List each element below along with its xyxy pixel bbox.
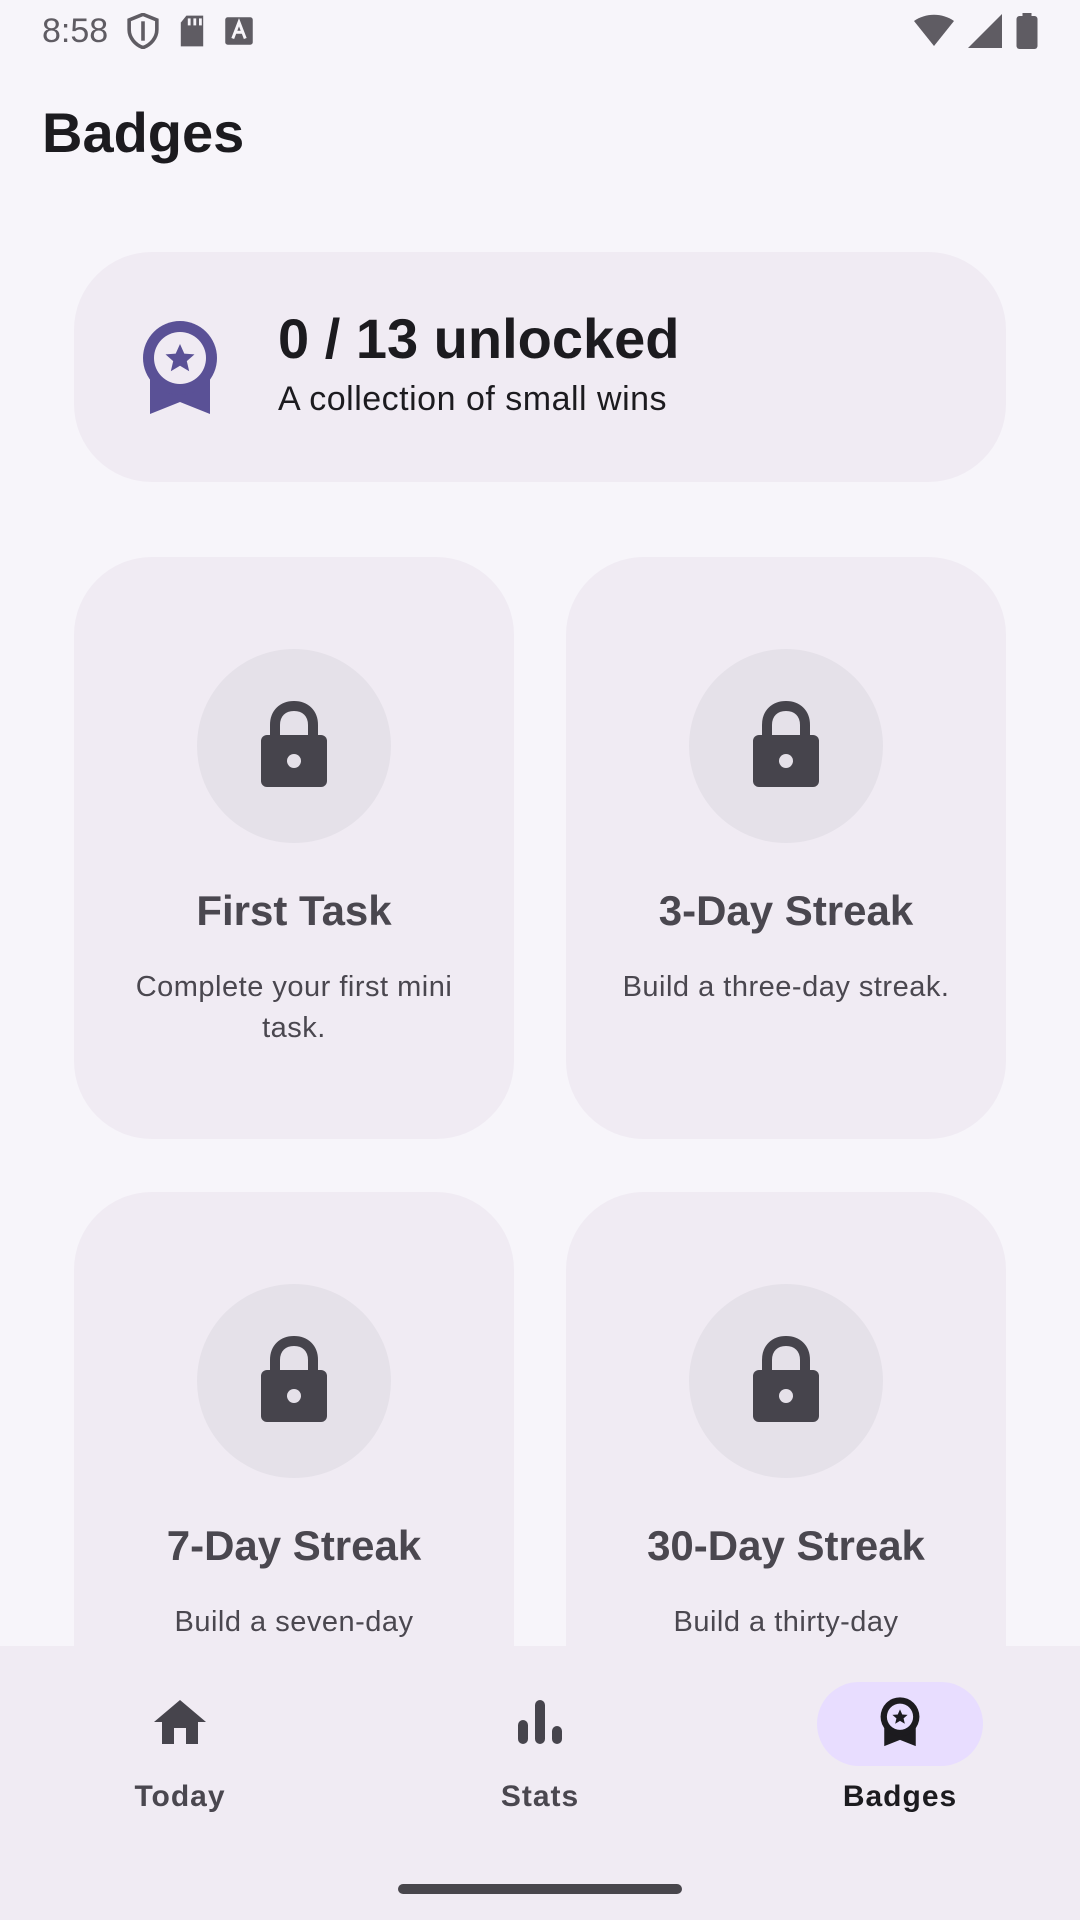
summary-text: 0 / 13 unlocked A collection of small wi… (278, 306, 680, 419)
badge-description: Complete your first mini task. (135, 971, 453, 1044)
nav-item-stats[interactable]: Stats (440, 1682, 640, 1822)
nav-pill (457, 1682, 623, 1766)
nav-label: Badges (842, 1780, 958, 1813)
badge-description: Build a three-day streak. (622, 971, 950, 1003)
lock-icon (751, 1334, 821, 1429)
nav-item-today[interactable]: Today (80, 1682, 280, 1822)
badge-lock-circle (689, 649, 883, 843)
bottom-navigation: Today Stats Badges (0, 1646, 1080, 1920)
wifi-icon (914, 14, 954, 48)
status-time: 8:58 (42, 11, 109, 50)
nav-pill (97, 1682, 263, 1766)
page-title: Badges (42, 101, 245, 164)
home-icon (154, 1698, 206, 1751)
battery-icon (1016, 13, 1038, 49)
badge-description: Build a thirty-day (673, 1606, 899, 1638)
badge-card-3-day-streak[interactable]: 3-Day Streak Build a three-day streak. (566, 557, 1006, 1139)
signal-icon (968, 14, 1002, 48)
text-a-icon (224, 16, 254, 46)
award-ribbon-icon (140, 318, 220, 423)
badges-screen: 8:58 Badges 0 / 13 unlocked A collection… (0, 0, 1080, 1920)
lock-icon (751, 699, 821, 794)
lock-icon (259, 699, 329, 794)
status-bar: 8:58 (0, 0, 1080, 62)
lock-icon (259, 1334, 329, 1429)
badge-title: First Task (196, 887, 392, 934)
nav-label: Today (134, 1780, 226, 1813)
badge-card-first-task[interactable]: First Task Complete your first mini task… (74, 557, 514, 1139)
badge-title: 7-Day Streak (166, 1522, 422, 1569)
badge-lock-circle (197, 1284, 391, 1478)
badge-lock-circle (689, 1284, 883, 1478)
badge-title: 3-Day Streak (658, 887, 914, 934)
award-icon (879, 1695, 921, 1754)
badge-title: 30-Day Streak (647, 1522, 925, 1569)
badge-lock-circle (197, 649, 391, 843)
shield-icon (126, 13, 160, 49)
gesture-navigation-bar[interactable] (398, 1884, 682, 1894)
nav-item-badges[interactable]: Badges (800, 1682, 1000, 1822)
bar-chart-icon (518, 1699, 562, 1749)
nav-pill-active (817, 1682, 983, 1766)
sd-card-icon (178, 14, 206, 48)
nav-label: Stats (500, 1780, 580, 1813)
summary-subtitle: A collection of small wins (278, 380, 668, 418)
badge-description: Build a seven-day (174, 1606, 414, 1638)
unlocked-count: 0 / 13 unlocked (278, 307, 680, 370)
